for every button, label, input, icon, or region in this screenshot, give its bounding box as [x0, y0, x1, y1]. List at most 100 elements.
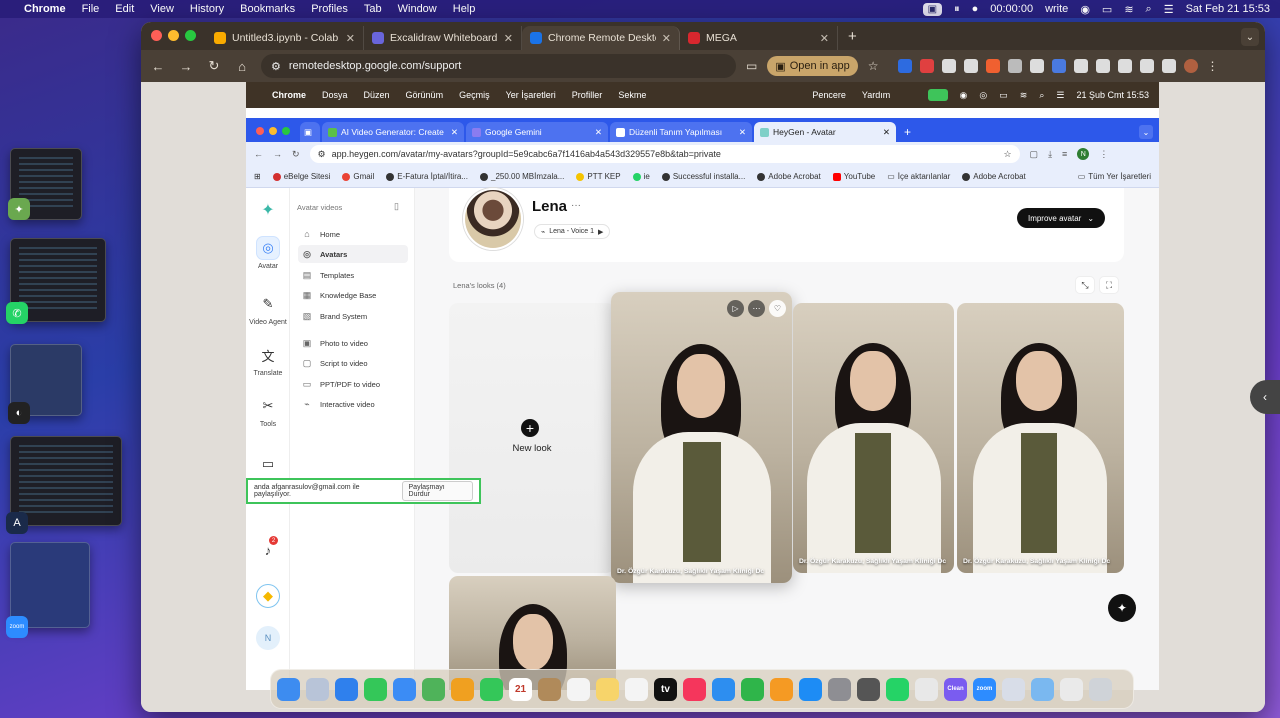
- tab-heygen-avatar[interactable]: HeyGen - Avatar ✕: [754, 122, 896, 142]
- close-icon[interactable]: ✕: [883, 127, 890, 138]
- finder-icon[interactable]: [277, 677, 300, 701]
- play-icon[interactable]: ▷: [727, 300, 744, 317]
- nav-interactive-video[interactable]: ⌁ Interactive video: [298, 395, 408, 413]
- bookmark-gmail[interactable]: Gmail: [342, 172, 374, 181]
- inner-address-bar[interactable]: ⚙ app.heygen.com/avatar/my-avatars?group…: [309, 145, 1020, 163]
- remote-menu-app[interactable]: Chrome: [272, 90, 306, 100]
- folder-icon[interactable]: [1031, 677, 1054, 701]
- pause-icon[interactable]: ⏸: [954, 3, 960, 16]
- status-icon[interactable]: ◉: [960, 90, 968, 101]
- bookmark-mbimzala[interactable]: _250.00 MBİmzala...: [480, 172, 564, 181]
- rail-upgrade[interactable]: ◆: [246, 584, 290, 611]
- launchpad-icon[interactable]: [306, 677, 329, 701]
- close-icon[interactable]: ✕: [451, 127, 458, 138]
- clean-icon[interactable]: Clean: [944, 677, 967, 701]
- side-panel-arrow[interactable]: ‹: [1250, 380, 1280, 414]
- tv-icon[interactable]: tv: [654, 677, 677, 701]
- tab-remote-desktop[interactable]: Chrome Remote Desktop ✕: [522, 26, 680, 50]
- collapse-icon[interactable]: ⤡: [1075, 276, 1095, 294]
- remote-menu-profiller[interactable]: Profiller: [572, 90, 603, 100]
- bookmark-ptt-kep[interactable]: PTT KEP: [576, 172, 621, 181]
- close-icon[interactable]: ✕: [820, 32, 829, 45]
- tab-search-button[interactable]: ⌄: [1139, 125, 1153, 139]
- write-status[interactable]: write: [1045, 3, 1068, 15]
- nav-templates[interactable]: ▤ Templates: [298, 266, 408, 284]
- profile-avatar[interactable]: [1184, 59, 1199, 73]
- battery-icon[interactable]: ▭: [1102, 3, 1112, 16]
- menu-bookmarks[interactable]: Bookmarks: [240, 3, 295, 15]
- forward-icon[interactable]: →: [177, 59, 195, 74]
- rail-notifications[interactable]: ♪ 2: [246, 536, 290, 565]
- close-icon[interactable]: ✕: [595, 127, 602, 138]
- collapse-panel-icon[interactable]: ▯: [394, 201, 399, 212]
- screen-record-icon[interactable]: ▣: [922, 2, 943, 16]
- puzzle-icon[interactable]: [1096, 59, 1111, 73]
- home-icon[interactable]: ⌂: [233, 59, 251, 74]
- keynote-icon[interactable]: [712, 677, 735, 701]
- reading-list-icon[interactable]: [1118, 59, 1133, 73]
- extension-icon[interactable]: ▢: [1030, 149, 1039, 160]
- menu-view[interactable]: View: [150, 3, 174, 15]
- status-icon[interactable]: ◎: [979, 90, 987, 101]
- open-in-app-button[interactable]: ▣ Open in app: [767, 56, 858, 76]
- screen-icon[interactable]: [1002, 677, 1025, 701]
- back-icon[interactable]: ←: [254, 149, 263, 159]
- reminders-icon[interactable]: [567, 677, 590, 701]
- menu-profiles[interactable]: Profiles: [311, 3, 348, 15]
- contacts-icon[interactable]: [538, 677, 561, 701]
- new-tab-button[interactable]: +: [838, 28, 867, 50]
- extension-icon[interactable]: [1008, 59, 1023, 73]
- messages-icon[interactable]: [364, 677, 387, 701]
- freeform-icon[interactable]: [625, 677, 648, 701]
- maps-icon[interactable]: [422, 677, 445, 701]
- minimize-window-button[interactable]: [269, 127, 277, 135]
- close-icon[interactable]: ✕: [504, 32, 513, 45]
- outer-address-bar[interactable]: ⚙ remotedesktop.google.com/support: [261, 54, 736, 78]
- apps-grid-icon[interactable]: ⊞: [254, 172, 261, 181]
- extension-icon[interactable]: [1052, 59, 1067, 73]
- close-window-button[interactable]: [256, 127, 264, 135]
- play-icon[interactable]: ▶: [598, 228, 603, 236]
- rail-avatar[interactable]: ◎ Avatar: [246, 236, 290, 270]
- nav-ppt-pdf-to-video[interactable]: ▭ PPT/PDF to video: [298, 375, 408, 393]
- bookmark-ie[interactable]: ie: [632, 172, 650, 181]
- close-icon[interactable]: ✕: [662, 32, 671, 45]
- nav-avatars[interactable]: ◎ Avatars: [298, 245, 408, 263]
- trash-icon[interactable]: [1089, 677, 1112, 701]
- tab-search-button[interactable]: ⌄: [1241, 28, 1259, 46]
- cast-icon[interactable]: ▭: [746, 59, 757, 73]
- menubar-datetime[interactable]: Sat Feb 21 15:53: [1186, 3, 1270, 15]
- remote-menu-yer-isaretleri[interactable]: Yer İşaretleri: [506, 90, 556, 100]
- remote-menu-duzen[interactable]: Düzen: [364, 90, 390, 100]
- cast-icon[interactable]: ≡: [1062, 149, 1067, 159]
- remote-menu-pencere[interactable]: Pencere: [812, 90, 846, 100]
- side-panel-icon[interactable]: [1140, 59, 1155, 73]
- close-window-button[interactable]: [151, 30, 162, 41]
- look-card[interactable]: Dr. Özgür Karakuzu, Sağlıklı Yaşam Klini…: [793, 303, 954, 573]
- menu-edit[interactable]: Edit: [115, 3, 134, 15]
- download-icon[interactable]: ⤓: [1048, 149, 1052, 160]
- devtools-icon[interactable]: [1162, 59, 1177, 73]
- search-icon[interactable]: ⌕: [1146, 3, 1152, 16]
- bookmark-star-icon[interactable]: ☆: [1003, 149, 1011, 160]
- calendar-icon[interactable]: 21: [509, 677, 532, 701]
- settings-icon[interactable]: [828, 677, 851, 701]
- menu-history[interactable]: History: [190, 3, 224, 15]
- close-icon[interactable]: ✕: [346, 32, 355, 45]
- bookmark-youtube[interactable]: YouTube: [832, 172, 875, 181]
- heygen-logo[interactable]: ✦: [246, 198, 290, 225]
- tab-excalidraw[interactable]: Excalidraw Whiteboard ✕: [364, 26, 522, 50]
- tab-colab[interactable]: Untitled3.ipynb - Colab ✕: [206, 26, 364, 50]
- heart-icon[interactable]: ♡: [769, 300, 786, 317]
- extension-icon[interactable]: [898, 59, 913, 73]
- reload-icon[interactable]: ↻: [292, 149, 300, 160]
- tab-duzenli[interactable]: Düzenli Tanım Yapılması ✕: [610, 122, 752, 142]
- remote-menu-sekme[interactable]: Sekme: [618, 90, 646, 100]
- appstore-icon[interactable]: [799, 677, 822, 701]
- look-card[interactable]: ▷ ⋯ ♡ Dr. Özgür Karakuzu, Sağlıklı Yaşam…: [611, 292, 792, 583]
- new-look-card[interactable]: + New look: [449, 303, 615, 573]
- site-info-icon[interactable]: ⚙: [271, 60, 281, 73]
- preview-icon[interactable]: [1060, 677, 1083, 701]
- bookmark-efatura[interactable]: E-Fatura İptal/İtira...: [386, 172, 468, 181]
- menu-file[interactable]: File: [82, 3, 100, 15]
